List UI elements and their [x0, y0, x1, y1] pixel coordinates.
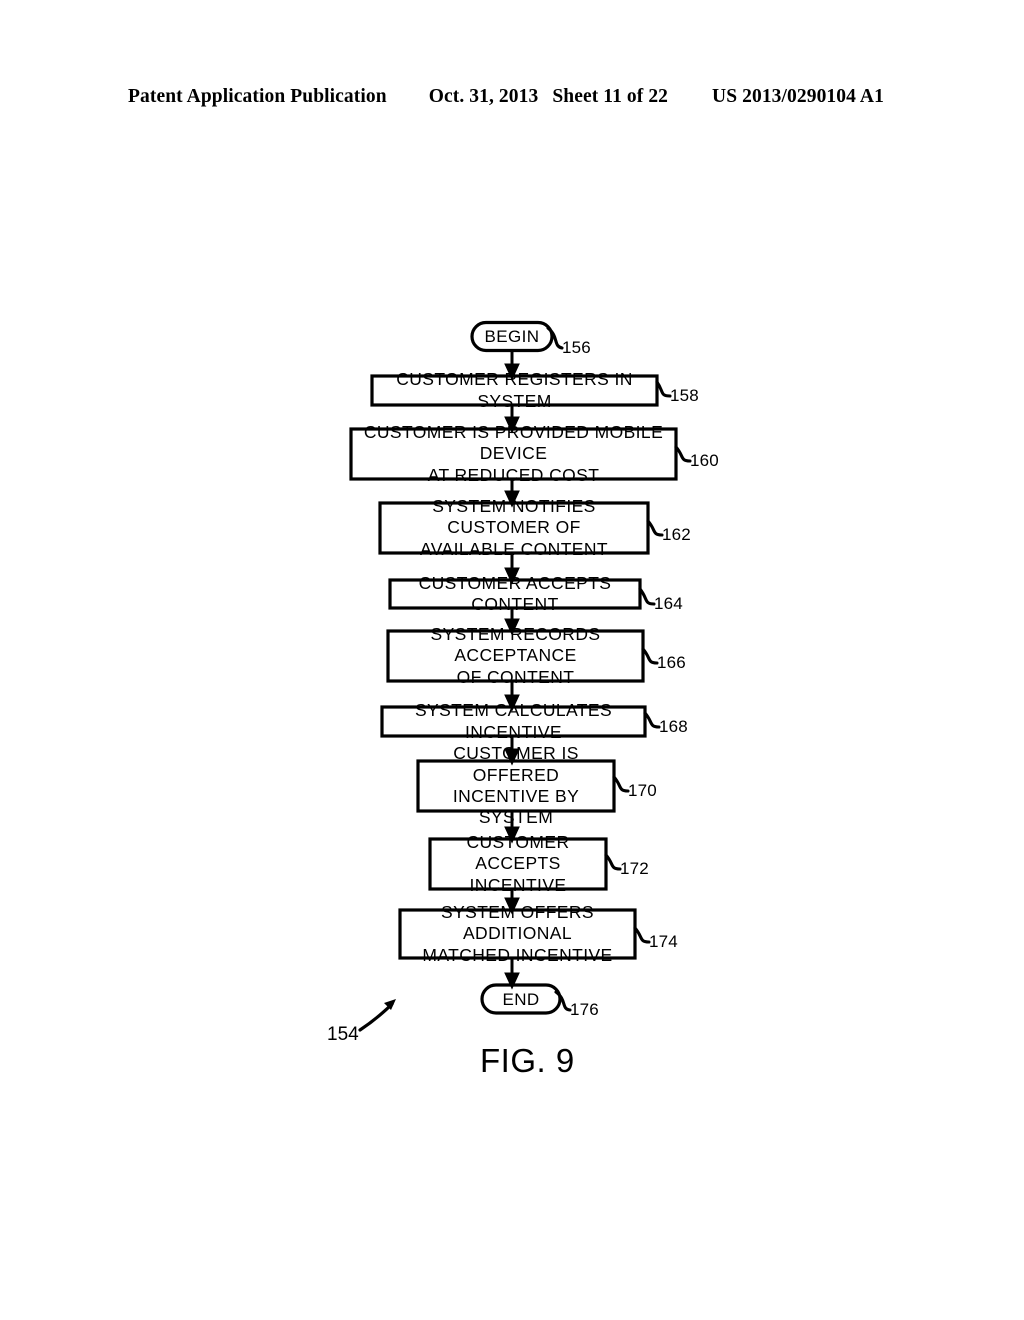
- refnum-170: 170: [628, 781, 657, 800]
- leader-158: [655, 380, 672, 398]
- assembly-leader-arrowhead: [384, 999, 396, 1010]
- refnum-166: 166: [657, 653, 686, 672]
- refnum-174: 174: [649, 932, 678, 951]
- leader-174: [633, 926, 651, 944]
- refnum-168: 168: [659, 717, 688, 736]
- header-publication: Patent Application Publication: [128, 86, 387, 107]
- refnum-172: 172: [620, 859, 649, 878]
- header-date: Oct. 31, 2013: [428, 86, 539, 107]
- header-sheet-number: Sheet 11 of 22: [552, 86, 669, 107]
- node-label-176: END: [502, 989, 540, 1009]
- node-label-170: CUSTOMER IS OFFERED INCENTIVE BY SYSTEM: [452, 743, 580, 828]
- node-label-160: CUSTOMER IS PROVIDED MOBILE DEVICE AT RE…: [363, 421, 664, 485]
- node-label-162: SYSTEM NOTIFIES CUSTOMER OF AVAILABLE CO…: [419, 495, 608, 559]
- node-label-174: SYSTEM OFFERS ADDITIONAL MATCHED INCENTI…: [422, 901, 613, 965]
- leader-166: [641, 647, 659, 665]
- assembly-tag-154: 154: [327, 1024, 359, 1045]
- leader-164: [638, 587, 656, 606]
- refnum-156: 156: [562, 338, 591, 357]
- refnum-160: 160: [690, 451, 719, 470]
- node-label-156: BEGIN: [484, 326, 540, 346]
- leader-160: [674, 445, 692, 463]
- figure-label: FIG. 9: [480, 1042, 575, 1079]
- leader-172: [604, 853, 622, 871]
- page-header: Patent Application Publication Oct. 31, …: [128, 86, 896, 108]
- refnum-164: 164: [654, 594, 683, 613]
- leader-170: [612, 775, 630, 793]
- node-label-158: CUSTOMER REGISTERS IN SYSTEM: [396, 369, 633, 411]
- refnum-162: 162: [662, 525, 691, 544]
- assembly-leader-154: [358, 1002, 394, 1032]
- node-label-164: CUSTOMER ACCEPTS CONTENT: [418, 572, 612, 614]
- node-label-172: CUSTOMER ACCEPTS INCENTIVE: [466, 831, 570, 895]
- refnum-158: 158: [670, 386, 699, 405]
- leader-162: [646, 519, 664, 537]
- refnum-176: 176: [570, 1000, 599, 1019]
- leader-168: [643, 711, 661, 729]
- node-label-168: SYSTEM CALCULATES INCENTIVE: [414, 700, 613, 742]
- node-label-166: SYSTEM RECORDS ACCEPTANCE OF CONTENT: [430, 623, 601, 687]
- header-patent-number: US 2013/0290104 A1: [712, 86, 884, 107]
